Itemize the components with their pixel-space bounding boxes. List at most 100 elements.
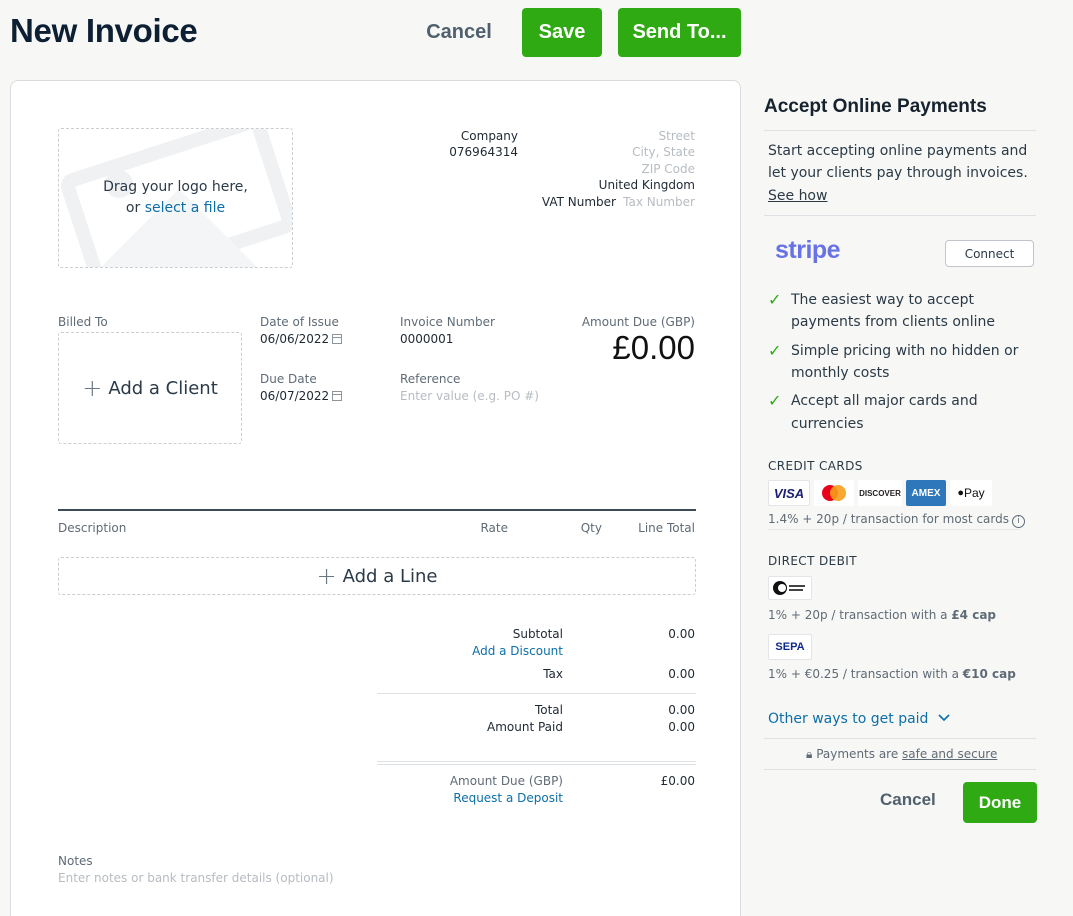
amount-due-value: £0.00	[612, 329, 695, 366]
send-to-button[interactable]: Send To...	[618, 8, 741, 57]
sepa-fee: 1% + €0.25 / transaction with a €10 cap	[768, 667, 1016, 681]
benefit-line: Accept all major cards and	[791, 393, 978, 409]
credit-cards-heading: CREDIT CARDS	[768, 459, 863, 473]
connect-stripe-button[interactable]: Connect	[945, 240, 1034, 267]
request-deposit-link[interactable]: Request a Deposit	[453, 791, 563, 805]
benefit-line: payments from clients online	[791, 314, 996, 330]
discover-icon: DISCOVER	[858, 480, 902, 506]
calendar-icon	[332, 334, 343, 344]
country-field[interactable]: United Kingdom	[599, 178, 695, 192]
add-client-button[interactable]: + Add a Client	[58, 332, 242, 444]
column-qty: Qty	[580, 521, 602, 535]
date-of-issue-field[interactable]: 06/06/2022	[260, 332, 343, 346]
dd-fee-cap: £4 cap	[951, 608, 997, 622]
reference-label: Reference	[400, 372, 461, 386]
city-state-field[interactable]: City, State	[632, 145, 695, 159]
plus-icon: +	[82, 374, 103, 402]
cancel-button[interactable]: Cancel	[418, 8, 500, 56]
secure-note: 🔒︎ Payments are safe and secure	[806, 747, 997, 762]
add-discount-link[interactable]: Add a Discount	[472, 644, 563, 658]
column-description: Description	[58, 521, 127, 535]
company-phone[interactable]: 076964314	[449, 145, 518, 159]
due-date-value: 06/07/2022	[260, 389, 330, 403]
amount-due-total-label: Amount Due (GBP)	[449, 774, 563, 788]
subtotal-label: Subtotal	[512, 627, 563, 641]
checkmark-icon: ✓	[768, 290, 782, 309]
logo-drop-text: Drag your logo here,	[103, 179, 248, 195]
add-client-label: Add a Client	[108, 377, 218, 399]
mastercard-icon	[814, 480, 854, 506]
fee-underline	[768, 529, 1020, 530]
date-of-issue-label: Date of Issue	[260, 315, 339, 329]
subtotal-value: 0.00	[668, 627, 695, 641]
add-line-label: Add a Line	[342, 565, 438, 587]
stripe-logo: stripe	[775, 236, 841, 264]
chevron-down-icon	[938, 714, 950, 722]
totals-divider	[377, 761, 696, 762]
direct-debit-heading: DIRECT DEBIT	[768, 554, 857, 568]
amount-due-total-value: £0.00	[660, 774, 695, 788]
apple-icon: ●	[957, 487, 964, 499]
plus-icon: +	[316, 562, 337, 590]
zip-field[interactable]: ZIP Code	[641, 162, 695, 176]
invoice-number-label: Invoice Number	[400, 315, 495, 329]
billed-to-label: Billed To	[58, 315, 108, 329]
direct-debit-icon	[773, 581, 805, 595]
direct-debit-logo	[768, 576, 812, 600]
benefit-line: The easiest way to accept	[791, 292, 974, 308]
info-icon[interactable]: i	[1012, 515, 1025, 528]
tax-label: Tax	[543, 667, 563, 681]
safe-secure-link[interactable]: safe and secure	[902, 747, 997, 761]
column-line-total: Line Total	[638, 521, 695, 535]
panel-divider	[764, 130, 1036, 131]
amex-icon: AMEX	[906, 480, 946, 506]
apple-pay-label: Pay	[963, 486, 985, 500]
total-label: Total	[534, 703, 563, 717]
card-fee-text: 1.4% + 20p / transaction for most cards i	[768, 512, 1025, 528]
card-fee-label: 1.4% + 20p / transaction for most cards	[768, 512, 1009, 526]
total-value: 0.00	[668, 703, 695, 717]
add-line-button[interactable]: + Add a Line	[58, 557, 696, 595]
panel-cancel-button[interactable]: Cancel	[880, 790, 936, 810]
tax-number-field[interactable]: Tax Number	[623, 195, 695, 209]
panel-divider	[764, 769, 1036, 770]
select-file-link[interactable]: select a file	[145, 200, 225, 216]
see-how-link[interactable]: See how	[768, 185, 827, 207]
visa-icon: VISA	[768, 480, 810, 506]
other-ways-toggle[interactable]: Other ways to get paid	[768, 711, 951, 727]
benefit-line: monthly costs	[791, 365, 890, 381]
direct-debit-fee: 1% + 20p / transaction with a £4 cap	[768, 608, 996, 622]
amount-due-label: Amount Due (GBP)	[581, 315, 695, 329]
done-button[interactable]: Done	[963, 782, 1037, 823]
table-divider	[58, 509, 696, 511]
tax-value: 0.00	[668, 667, 695, 681]
secure-prefix: Payments are	[816, 747, 903, 761]
totals-divider	[377, 764, 696, 765]
company-name[interactable]: Company	[461, 129, 518, 143]
panel-intro-line2: let your clients pay through invoices.	[768, 165, 1028, 181]
benefit-line: currencies	[791, 416, 864, 432]
logo-dropzone[interactable]: Drag your logo here, or select a file	[58, 128, 293, 268]
save-button[interactable]: Save	[522, 8, 602, 57]
notes-label: Notes	[58, 854, 93, 868]
reference-field[interactable]: Enter value (e.g. PO #)	[400, 389, 539, 403]
date-of-issue-value: 06/06/2022	[260, 332, 330, 346]
notes-field[interactable]: Enter notes or bank transfer details (op…	[58, 871, 334, 885]
panel-title: Accept Online Payments	[764, 96, 987, 117]
panel-divider	[764, 215, 1036, 216]
due-date-field[interactable]: 06/07/2022	[260, 389, 343, 403]
panel-divider	[764, 738, 1036, 739]
apple-pay-icon: ● Pay	[950, 480, 992, 506]
amount-paid-value: 0.00	[668, 720, 695, 734]
column-rate: Rate	[480, 521, 508, 535]
invoice-number-field[interactable]: 0000001	[400, 332, 453, 346]
logo-or-text: or	[125, 200, 141, 216]
sepa-fee-prefix: 1% + €0.25 / transaction with a	[768, 667, 963, 681]
invoice-card: Drag your logo here, or select a file Co…	[10, 80, 741, 916]
due-date-label: Due Date	[260, 372, 317, 386]
panel-intro-line1: Start accepting online payments and	[768, 143, 1028, 159]
street-field[interactable]: Street	[659, 129, 695, 143]
checkmark-icon: ✓	[768, 341, 782, 360]
dd-fee-prefix: 1% + 20p / transaction with a	[768, 608, 952, 622]
benefit-line: Simple pricing with no hidden or	[791, 343, 1019, 359]
